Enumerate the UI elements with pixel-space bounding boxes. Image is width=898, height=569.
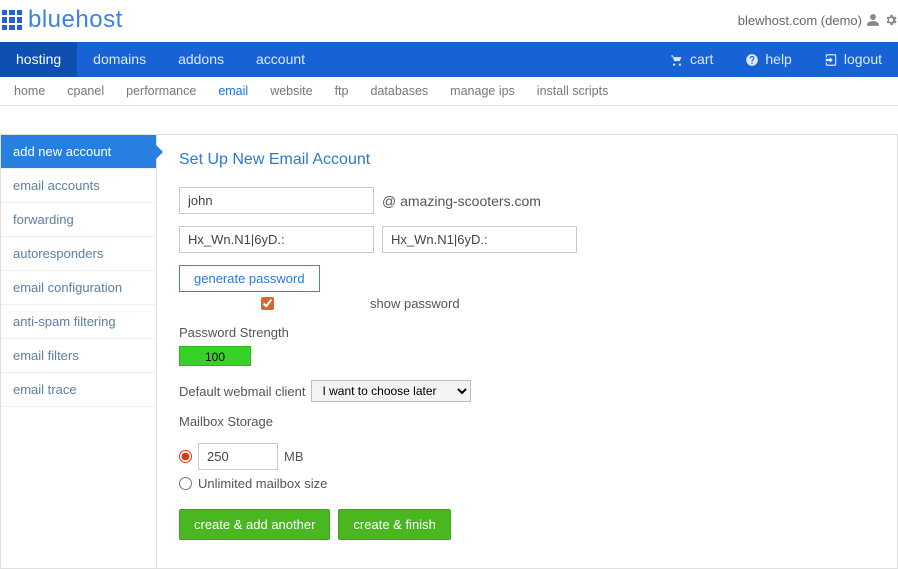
sidebar-autoresponders[interactable]: autoresponders — [1, 237, 156, 271]
nav-help-label: help — [765, 42, 791, 77]
create-add-another-button[interactable]: create & add another — [179, 509, 330, 540]
nav-account[interactable]: account — [240, 42, 321, 77]
strength-label: Password Strength — [179, 325, 875, 340]
user-icon[interactable] — [866, 13, 880, 27]
show-password-label: show password — [370, 296, 460, 311]
create-finish-button[interactable]: create & finish — [338, 509, 450, 540]
generate-password-button[interactable]: generate password — [179, 265, 320, 292]
subnav-ftp[interactable]: ftp — [335, 84, 349, 98]
subnav-manage-ips[interactable]: manage ips — [450, 84, 515, 98]
webmail-label: Default webmail client — [179, 384, 305, 399]
nav-hosting[interactable]: hosting — [0, 42, 77, 77]
storage-unlimited-radio[interactable] — [179, 477, 192, 490]
sidebar-forwarding[interactable]: forwarding — [1, 203, 156, 237]
subnav-email[interactable]: email — [218, 84, 248, 98]
cart-icon — [670, 53, 684, 67]
subnav-website[interactable]: website — [270, 84, 312, 98]
sidebar-email-config[interactable]: email configuration — [1, 271, 156, 305]
gear-icon[interactable] — [884, 13, 898, 27]
storage-size-input[interactable] — [198, 443, 278, 470]
brand-text: bluehost — [28, 6, 123, 34]
nav-logout[interactable]: logout — [808, 42, 898, 77]
help-icon — [745, 53, 759, 67]
sidebar-anti-spam[interactable]: anti-spam filtering — [1, 305, 156, 339]
nav-logout-label: logout — [844, 42, 882, 77]
nav-domains[interactable]: domains — [77, 42, 162, 77]
nav-help[interactable]: help — [729, 42, 807, 77]
sidebar: add new account email accounts forwardin… — [1, 135, 156, 568]
subnav-performance[interactable]: performance — [126, 84, 196, 98]
storage-unit: MB — [284, 449, 304, 464]
sidebar-email-filters[interactable]: email filters — [1, 339, 156, 373]
storage-unlimited-label: Unlimited mailbox size — [198, 476, 327, 491]
logout-icon — [824, 53, 838, 67]
sidebar-email-accounts[interactable]: email accounts — [1, 169, 156, 203]
grid-icon — [2, 10, 22, 30]
brand-logo[interactable]: bluehost — [2, 6, 123, 34]
sidebar-add-account[interactable]: add new account — [1, 135, 156, 169]
sidebar-email-trace[interactable]: email trace — [1, 373, 156, 407]
password-input[interactable] — [179, 226, 374, 253]
account-label: blewhost.com (demo) — [738, 13, 862, 28]
subnav-home[interactable]: home — [14, 84, 45, 98]
username-input[interactable] — [179, 187, 374, 214]
subnav-cpanel[interactable]: cpanel — [67, 84, 104, 98]
subnav-databases[interactable]: databases — [370, 84, 428, 98]
nav-cart[interactable]: cart — [654, 42, 729, 77]
nav-addons[interactable]: addons — [162, 42, 240, 77]
strength-meter: 100 — [179, 346, 251, 366]
storage-label: Mailbox Storage — [179, 414, 875, 429]
webmail-select[interactable]: I want to choose later — [311, 380, 471, 402]
storage-fixed-radio[interactable] — [179, 450, 192, 463]
subnav-install-scripts[interactable]: install scripts — [537, 84, 609, 98]
page-title: Set Up New Email Account — [179, 151, 875, 169]
show-password-checkbox[interactable] — [261, 297, 274, 310]
nav-cart-label: cart — [690, 42, 713, 77]
domain-label: @ amazing-scooters.com — [382, 193, 541, 209]
password-confirm-input[interactable] — [382, 226, 577, 253]
